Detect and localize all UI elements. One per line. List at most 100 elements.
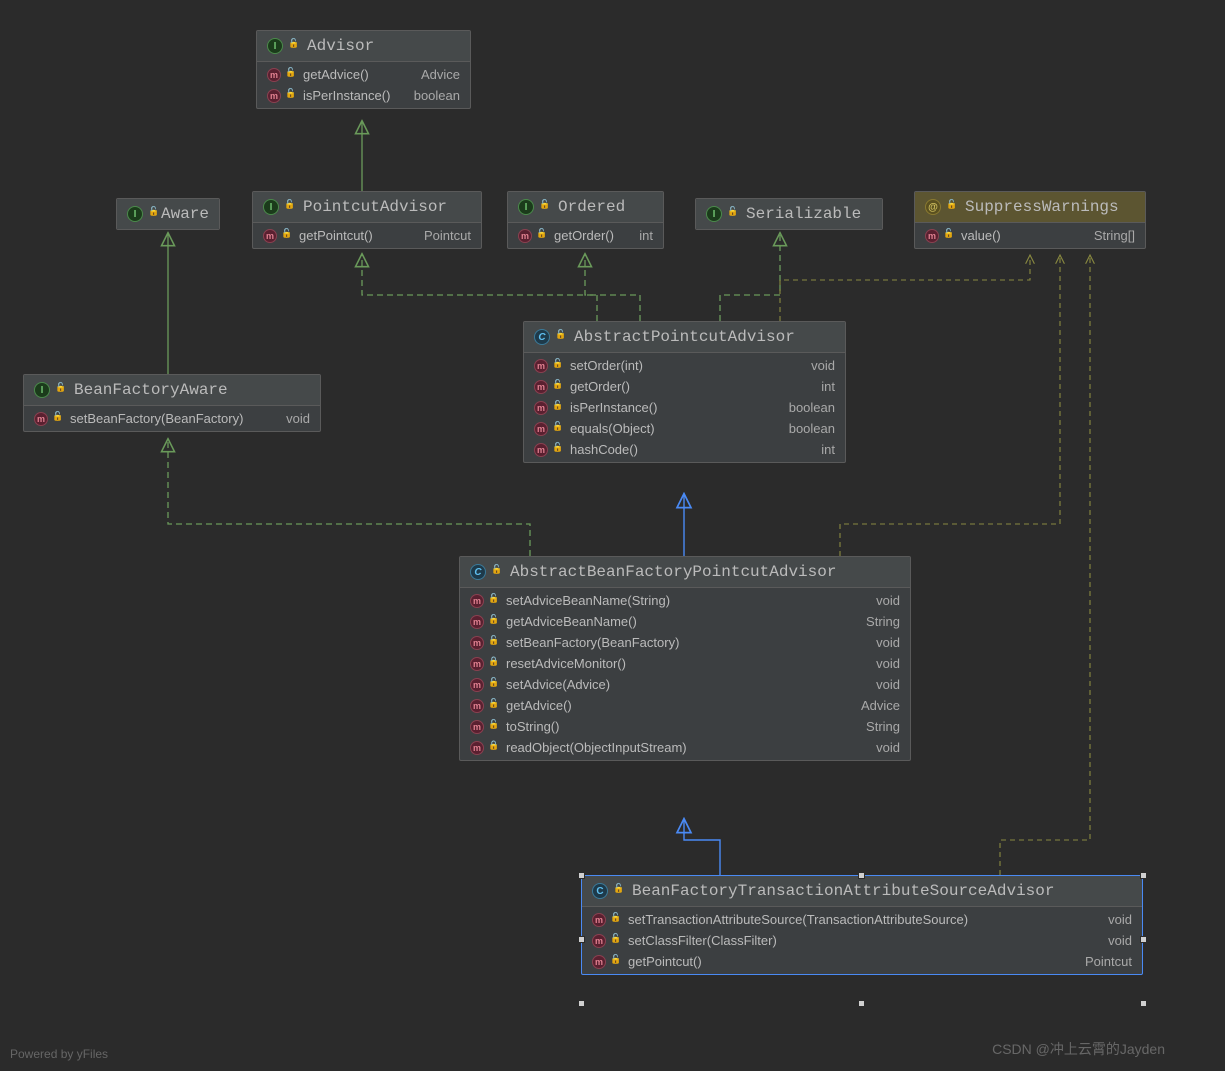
method-icon xyxy=(534,422,548,436)
member-name-label: getPointcut() xyxy=(299,228,406,243)
class-header: AbstractBeanFactoryPointcutAdvisor xyxy=(460,557,910,588)
interface-icon xyxy=(263,199,279,215)
selection-handle[interactable] xyxy=(578,1000,585,1007)
class-pointcut-advisor[interactable]: PointcutAdvisor getPointcut() Pointcut xyxy=(252,191,482,249)
class-name-label: Advisor xyxy=(307,37,374,55)
class-members: value()String[] xyxy=(915,223,1145,248)
member-name-label: getAdviceBeanName() xyxy=(506,614,848,629)
access-icon xyxy=(557,332,567,342)
selection-handle[interactable] xyxy=(858,872,865,879)
member-row: setOrder(int)void xyxy=(524,355,845,376)
access-icon xyxy=(150,209,154,219)
method-icon xyxy=(470,720,484,734)
method-icon xyxy=(267,68,281,82)
member-row: setAdviceBeanName(String) void xyxy=(460,590,910,611)
class-members: getAdvice()AdviceisPerInstance()boolean xyxy=(257,62,470,108)
selection-handle[interactable] xyxy=(1140,936,1147,943)
class-name-label: BeanFactoryTransactionAttributeSourceAdv… xyxy=(632,882,1054,900)
unlock-icon xyxy=(490,638,500,648)
class-suppress-warnings[interactable]: SuppressWarnings value()String[] xyxy=(914,191,1146,249)
unlock-icon xyxy=(554,403,564,413)
class-members: setTransactionAttributeSource(Transactio… xyxy=(582,907,1142,974)
class-bean-factory-aware[interactable]: BeanFactoryAware setBeanFactory(BeanFact… xyxy=(23,374,321,432)
class-name-label: Ordered xyxy=(558,198,625,216)
member-row: toString() String xyxy=(460,716,910,737)
class-header: Aware xyxy=(117,199,219,229)
class-members: getPointcut() Pointcut xyxy=(253,223,481,248)
member-name-label: getAdvice() xyxy=(506,698,843,713)
member-name-label: setOrder(int) xyxy=(570,358,793,373)
member-name-label: setAdviceBeanName(String) xyxy=(506,593,858,608)
member-type-label: void xyxy=(1108,912,1132,927)
interface-icon xyxy=(34,382,50,398)
selection-handle[interactable] xyxy=(1140,872,1147,879)
member-row: setAdvice(Advice)void xyxy=(460,674,910,695)
member-type-label: boolean xyxy=(789,421,835,436)
class-ordered[interactable]: Ordered getOrder() int xyxy=(507,191,664,249)
member-row: hashCode()int xyxy=(524,439,845,460)
method-icon xyxy=(470,699,484,713)
class-members: getOrder() int xyxy=(508,223,663,248)
unlock-icon xyxy=(612,957,622,967)
class-header: Serializable xyxy=(696,199,882,229)
class-serializable[interactable]: Serializable xyxy=(695,198,883,230)
unlock-icon xyxy=(612,915,622,925)
class-advisor[interactable]: Advisor getAdvice()AdviceisPerInstance()… xyxy=(256,30,471,109)
method-icon xyxy=(470,594,484,608)
unlock-icon xyxy=(490,617,500,627)
member-row: getAdviceBeanName() String xyxy=(460,611,910,632)
selection-handle[interactable] xyxy=(578,872,585,879)
member-name-label: toString() xyxy=(506,719,848,734)
member-type-label: boolean xyxy=(414,88,460,103)
annotation-icon xyxy=(925,199,941,215)
member-type-label: void xyxy=(286,411,310,426)
member-row: readObject(ObjectInputStream) void xyxy=(460,737,910,758)
member-name-label: setBeanFactory(BeanFactory) xyxy=(70,411,268,426)
class-bean-factory-transaction-attribute-source-advisor[interactable]: BeanFactoryTransactionAttributeSourceAdv… xyxy=(581,875,1143,975)
member-type-label: String xyxy=(866,614,900,629)
class-aware[interactable]: Aware xyxy=(116,198,220,230)
member-type-label: int xyxy=(639,228,653,243)
unlock-icon xyxy=(554,361,564,371)
member-type-label: String xyxy=(866,719,900,734)
unlock-icon xyxy=(287,70,297,80)
abstract-class-icon xyxy=(470,564,486,580)
method-icon xyxy=(263,229,277,243)
access-icon xyxy=(57,385,67,395)
member-row: setBeanFactory(BeanFactory)void xyxy=(460,632,910,653)
member-name-label: resetAdviceMonitor() xyxy=(506,656,858,671)
member-row: getOrder() int xyxy=(508,225,663,246)
selection-handle[interactable] xyxy=(578,936,585,943)
selection-handle[interactable] xyxy=(1140,1000,1147,1007)
member-type-label: boolean xyxy=(789,400,835,415)
class-abstract-pointcut-advisor[interactable]: AbstractPointcutAdvisor setOrder(int)voi… xyxy=(523,321,846,463)
class-header: SuppressWarnings xyxy=(915,192,1145,223)
access-icon xyxy=(729,209,739,219)
member-type-label: String[] xyxy=(1094,228,1135,243)
abstract-class-icon xyxy=(534,329,550,345)
member-type-label: void xyxy=(876,593,900,608)
class-header: BeanFactoryTransactionAttributeSourceAdv… xyxy=(582,876,1142,907)
method-icon xyxy=(925,229,939,243)
member-row: value()String[] xyxy=(915,225,1145,246)
member-type-label: void xyxy=(1108,933,1132,948)
access-icon xyxy=(615,886,625,896)
class-name-label: PointcutAdvisor xyxy=(303,198,447,216)
class-abstract-bean-factory-pointcut-advisor[interactable]: AbstractBeanFactoryPointcutAdvisor setAd… xyxy=(459,556,911,761)
method-icon xyxy=(518,229,532,243)
lock-icon xyxy=(490,743,500,753)
access-icon xyxy=(290,41,300,51)
member-type-label: void xyxy=(876,635,900,650)
member-name-label: getOrder() xyxy=(554,228,621,243)
member-name-label: isPerInstance() xyxy=(303,88,396,103)
access-icon xyxy=(286,202,296,212)
lock-icon xyxy=(490,659,500,669)
watermark-label: CSDN @冲上云霄的Jayden xyxy=(992,1039,1165,1059)
class-header: BeanFactoryAware xyxy=(24,375,320,406)
selection-handle[interactable] xyxy=(858,1000,865,1007)
method-icon xyxy=(534,401,548,415)
member-type-label: void xyxy=(876,740,900,755)
method-icon xyxy=(534,359,548,373)
member-type-label: Pointcut xyxy=(424,228,471,243)
member-name-label: readObject(ObjectInputStream) xyxy=(506,740,858,755)
